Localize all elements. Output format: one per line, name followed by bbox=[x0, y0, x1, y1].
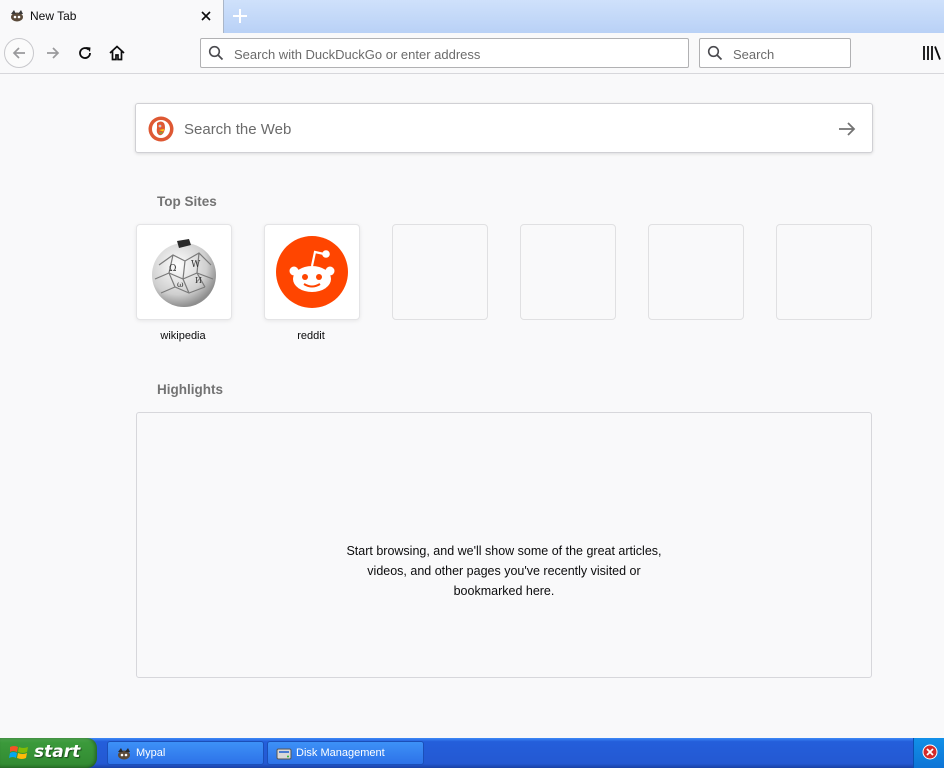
reload-icon bbox=[79, 47, 91, 59]
address-input[interactable] bbox=[232, 39, 676, 69]
svg-text:W: W bbox=[191, 260, 201, 270]
duckduckgo-icon bbox=[148, 116, 174, 142]
close-tab-icon[interactable] bbox=[199, 9, 213, 23]
mypal-icon bbox=[118, 748, 130, 760]
tab-new-tab[interactable]: New Tab bbox=[0, 0, 224, 33]
svg-text:ω: ω bbox=[177, 280, 184, 289]
web-search-box[interactable] bbox=[135, 103, 873, 154]
taskbar: start Mypal Disk Management bbox=[0, 738, 944, 768]
windows-flag-icon bbox=[9, 746, 28, 759]
reddit-icon bbox=[276, 236, 348, 308]
mypal-icon bbox=[11, 10, 23, 22]
top-site-tile-empty[interactable] bbox=[520, 224, 616, 320]
highlights-empty-message: Start browsing, and we'll show some of t… bbox=[346, 544, 662, 598]
library-icon[interactable] bbox=[921, 44, 943, 62]
nav-toolbar bbox=[0, 33, 944, 74]
forward-arrow-icon bbox=[47, 47, 60, 59]
security-alert-icon[interactable] bbox=[922, 744, 938, 760]
wikipedia-icon: Ω W И ω bbox=[152, 239, 216, 307]
tab-title: New Tab bbox=[30, 9, 77, 23]
disk-management-icon bbox=[276, 748, 292, 760]
start-label: start bbox=[34, 742, 81, 762]
top-site-label-wikipedia[interactable]: wikipedia bbox=[135, 330, 231, 342]
address-bar[interactable] bbox=[200, 38, 689, 69]
taskbar-button-label: Mypal bbox=[136, 747, 166, 759]
start-button[interactable]: start bbox=[0, 738, 97, 768]
search-icon bbox=[208, 45, 224, 61]
back-arrow-icon bbox=[12, 47, 25, 59]
top-site-tile-empty[interactable] bbox=[392, 224, 488, 320]
highlights-heading: Highlights bbox=[157, 382, 223, 397]
system-tray bbox=[913, 738, 944, 768]
top-site-tile-wikipedia[interactable]: Ω W И ω bbox=[136, 224, 232, 320]
forward-button[interactable] bbox=[38, 38, 68, 68]
top-site-tile-empty[interactable] bbox=[776, 224, 872, 320]
search-bar[interactable] bbox=[699, 38, 851, 69]
search-submit-arrow-icon[interactable] bbox=[837, 119, 857, 139]
reload-button[interactable] bbox=[70, 38, 100, 68]
web-search-input[interactable] bbox=[182, 104, 826, 154]
top-site-tile-reddit[interactable] bbox=[264, 224, 360, 320]
new-tab-plus-icon[interactable] bbox=[229, 5, 251, 27]
search-icon bbox=[707, 45, 723, 61]
taskbar-button-label: Disk Management bbox=[296, 747, 385, 759]
taskbar-button-disk-management[interactable]: Disk Management bbox=[267, 741, 424, 765]
top-site-tile-empty[interactable] bbox=[648, 224, 744, 320]
search-input[interactable] bbox=[731, 39, 850, 69]
top-site-label-reddit[interactable]: reddit bbox=[263, 330, 359, 342]
tab-strip: New Tab bbox=[0, 0, 944, 34]
svg-text:Ω: Ω bbox=[169, 264, 176, 274]
taskbar-button-mypal[interactable]: Mypal bbox=[107, 741, 264, 765]
home-icon bbox=[109, 45, 125, 61]
highlights-empty-box: Start browsing, and we'll show some of t… bbox=[136, 412, 872, 678]
svg-text:И: И bbox=[195, 276, 202, 285]
home-button[interactable] bbox=[102, 38, 132, 68]
top-sites-heading: Top Sites bbox=[157, 194, 217, 209]
back-button[interactable] bbox=[4, 38, 34, 68]
